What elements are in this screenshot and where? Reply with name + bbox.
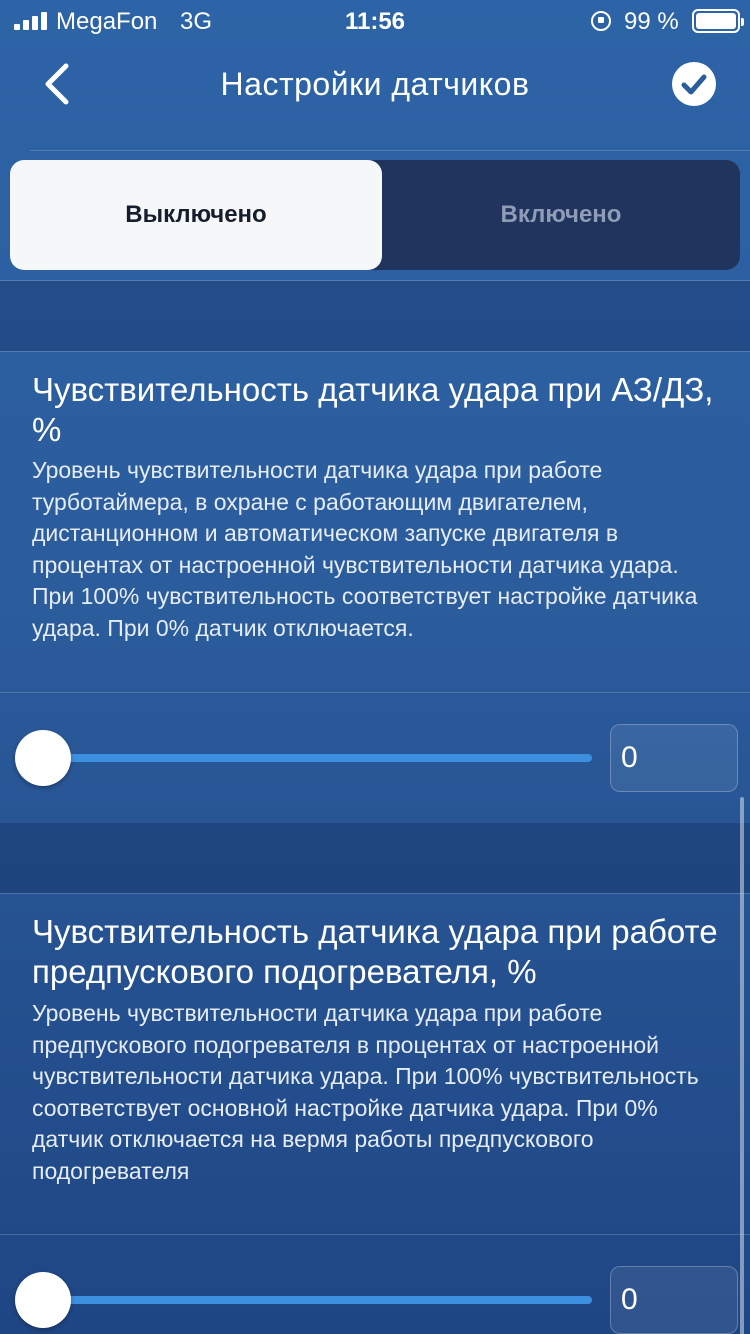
status-bar: MegaFon 3G 11:56 99 % bbox=[0, 0, 750, 42]
sensitivity-slider-track[interactable] bbox=[42, 754, 592, 762]
section-separator bbox=[0, 823, 750, 893]
heater-sensitivity-slider-thumb[interactable] bbox=[15, 1272, 71, 1328]
slider-row: 0 bbox=[0, 1235, 750, 1334]
divider bbox=[0, 351, 750, 352]
scrollbar[interactable] bbox=[740, 797, 744, 1334]
divider bbox=[30, 150, 750, 151]
battery-percent: 99 % bbox=[624, 8, 679, 35]
section-title: Чувствительность датчика удара при АЗ/ДЗ… bbox=[32, 371, 714, 448]
battery-icon bbox=[692, 9, 744, 33]
slider-row: 0 bbox=[0, 693, 750, 823]
heater-sensitivity-value-field[interactable]: 0 bbox=[610, 1266, 738, 1334]
section-separator bbox=[0, 281, 750, 351]
checkmark-icon bbox=[681, 74, 707, 95]
heater-sensitivity-slider-track[interactable] bbox=[42, 1296, 592, 1304]
navigation-bar: Настройки датчиков bbox=[0, 42, 750, 128]
page-title: Настройки датчиков bbox=[220, 66, 530, 102]
toggle-off-option[interactable]: Выключено bbox=[10, 160, 382, 270]
section-title: Чувствительность датчика удара при работ… bbox=[32, 913, 718, 990]
section-description: Уровень чувствительности датчика удара п… bbox=[32, 1000, 699, 1184]
divider bbox=[0, 893, 750, 894]
orientation-lock-icon bbox=[591, 11, 611, 31]
sensitivity-value-field[interactable]: 0 bbox=[610, 724, 738, 792]
confirm-button[interactable] bbox=[672, 62, 716, 106]
toggle-on-option[interactable]: Включено bbox=[382, 160, 740, 270]
section-description: Уровень чувствительности датчика удара п… bbox=[32, 457, 698, 641]
sensitivity-slider-thumb[interactable] bbox=[15, 730, 71, 786]
sensor-toggle[interactable]: Выключено Включено bbox=[10, 160, 740, 270]
